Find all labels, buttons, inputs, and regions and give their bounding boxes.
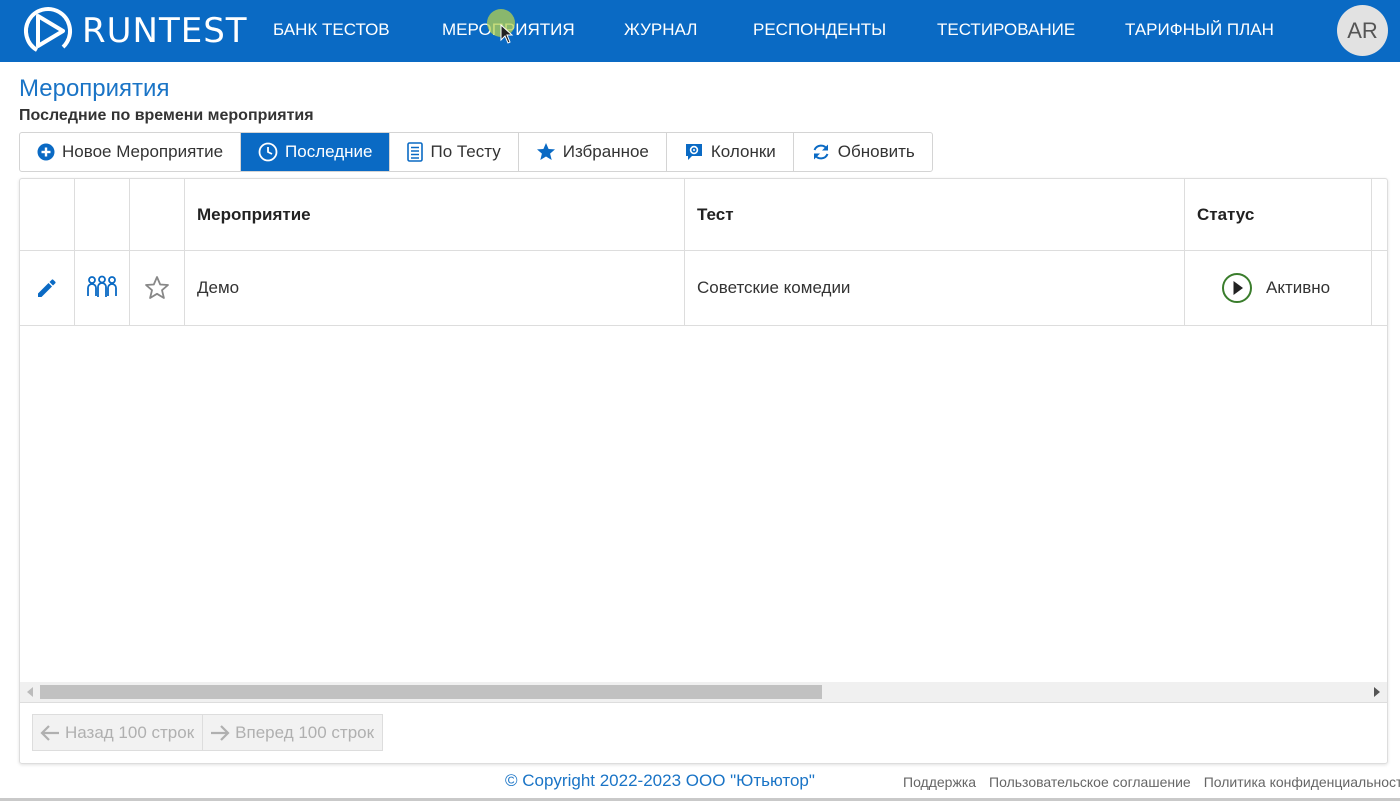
edit-icon[interactable] xyxy=(35,276,59,300)
by-test-button[interactable]: По Тесту xyxy=(390,133,519,171)
next-rows-label: Вперед 100 строк xyxy=(235,722,375,742)
plus-circle-icon xyxy=(37,143,55,161)
status-cell: Активно xyxy=(1185,251,1372,325)
status-text: Активно xyxy=(1266,278,1331,297)
scroll-right-icon[interactable] xyxy=(1374,687,1380,697)
recent-button[interactable]: Последние xyxy=(241,133,391,171)
nav-item-respondents[interactable]: РЕСПОНДЕНТЫ xyxy=(753,20,886,40)
mouse-cursor-icon xyxy=(500,24,514,44)
play-circle-icon[interactable] xyxy=(1221,272,1253,304)
document-list-icon xyxy=(407,142,424,162)
table-header: Мероприятие Тест Статус xyxy=(20,179,1387,251)
page-subtitle: Последние по времени мероприятия xyxy=(19,107,314,124)
next-column-cell xyxy=(1372,251,1387,325)
columns-button[interactable]: Колонки xyxy=(667,133,794,171)
recent-label: Последние xyxy=(285,142,373,161)
prev-rows-button[interactable]: Назад 100 строк xyxy=(33,715,204,750)
nav-item-testing[interactable]: ТЕСТИРОВАНИЕ xyxy=(937,20,1075,40)
gear-comment-icon xyxy=(685,144,702,160)
copyright: © Copyright 2022-2023 ООО "Ютьютор" xyxy=(505,771,815,790)
user-agreement-link[interactable]: Пользовательское соглашение xyxy=(989,774,1191,790)
refresh-label: Обновить xyxy=(837,142,915,161)
edit-cell[interactable] xyxy=(20,251,75,325)
event-name-cell[interactable]: Демо xyxy=(185,251,685,325)
group-icon[interactable] xyxy=(86,275,118,301)
scrollbar-thumb[interactable] xyxy=(40,685,822,699)
nav-item-tariff[interactable]: ТАРИФНЫЙ ПЛАН xyxy=(1125,20,1274,40)
page-title: Мероприятия xyxy=(19,75,170,102)
respondents-cell[interactable] xyxy=(75,251,130,325)
next-rows-button[interactable]: Вперед 100 строк xyxy=(203,715,382,750)
horizontal-scrollbar[interactable] xyxy=(20,682,1387,702)
new-event-label: Новое Мероприятие xyxy=(62,142,224,161)
prev-rows-label: Назад 100 строк xyxy=(65,722,195,742)
nav-item-journal[interactable]: ЖУРНАЛ xyxy=(624,20,697,40)
star-icon xyxy=(536,143,555,160)
brand-name: RUNTEST xyxy=(82,11,248,51)
support-link[interactable]: Поддержка xyxy=(903,774,976,790)
arrow-right-icon xyxy=(211,724,230,741)
play-logo-icon xyxy=(23,6,72,55)
logo[interactable]: RUNTEST xyxy=(22,5,248,57)
favorites-button[interactable]: Избранное xyxy=(519,133,667,171)
header-cell-group xyxy=(75,179,130,250)
refresh-icon xyxy=(813,144,829,160)
new-event-button[interactable]: Новое Мероприятие xyxy=(20,133,242,171)
nav-item-test-bank[interactable]: БАНК ТЕСТОВ xyxy=(273,20,390,40)
toolbar: Новое Мероприятие Последние По Тесту Изб… xyxy=(19,132,933,172)
refresh-button[interactable]: Обновить xyxy=(794,133,932,171)
top-navbar: RUNTEST БАНК ТЕСТОВ МЕРОПРИЯТИЯ ЖУРНАЛ Р… xyxy=(0,0,1400,62)
favorites-label: Избранное xyxy=(562,142,649,161)
pager: Назад 100 строк Вперед 100 строк xyxy=(32,714,384,751)
test-name-cell: Советские комедии xyxy=(685,251,1185,325)
table-row[interactable]: Демо Советские комедии Активно xyxy=(20,251,1387,326)
privacy-policy-link[interactable]: Политика конфиденциальности xyxy=(1204,774,1400,790)
column-header-next xyxy=(1372,179,1387,250)
column-header-status[interactable]: Статус xyxy=(1185,179,1372,250)
clock-icon xyxy=(258,142,278,162)
star-outline-icon[interactable] xyxy=(144,275,170,301)
header-cell-favorite xyxy=(130,179,185,250)
avatar[interactable]: AR xyxy=(1337,5,1388,56)
table-footer: Назад 100 строк Вперед 100 строк xyxy=(20,702,1387,763)
column-header-event[interactable]: Мероприятие xyxy=(185,179,685,250)
footer-links: Поддержка Пользовательское соглашение По… xyxy=(903,774,1400,790)
scroll-left-icon[interactable] xyxy=(27,687,33,697)
columns-label: Колонки xyxy=(710,142,776,161)
by-test-label: По Тесту xyxy=(430,142,501,161)
header-cell-edit xyxy=(20,179,75,250)
arrow-left-icon xyxy=(40,724,59,741)
column-header-test[interactable]: Тест xyxy=(685,179,1185,250)
favorite-cell[interactable] xyxy=(130,251,185,325)
events-table: Мероприятие Тест Статус Демо Советские к… xyxy=(19,178,1388,764)
